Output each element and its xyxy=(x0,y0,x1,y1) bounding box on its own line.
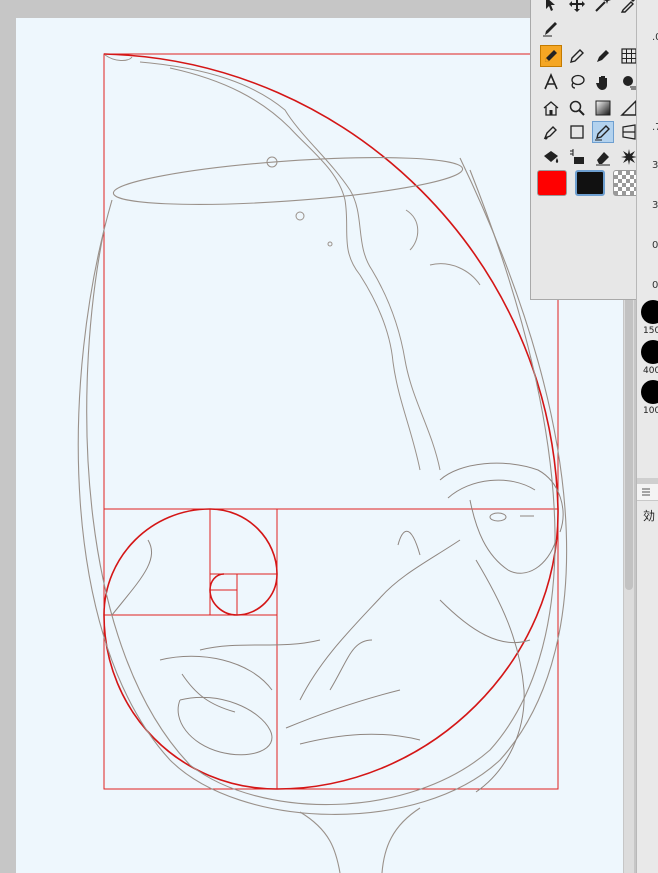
rectangle-icon[interactable] xyxy=(566,121,588,143)
property-value: 3 xyxy=(652,200,658,211)
menu-icon[interactable] xyxy=(641,487,651,497)
brush-size-preset[interactable]: 400 xyxy=(638,340,658,380)
sub-color-swatch[interactable] xyxy=(575,170,605,196)
property-value: 0 xyxy=(652,280,658,291)
brush-size-preset[interactable]: 1000 xyxy=(638,380,658,420)
pencil-icon[interactable] xyxy=(540,45,562,67)
wine-splash-sketch xyxy=(104,54,481,471)
pen-icon[interactable] xyxy=(566,45,588,67)
vector-pen-icon[interactable] xyxy=(540,121,562,143)
golden-spiral xyxy=(103,53,559,790)
brush-size-label: 150 xyxy=(643,326,658,336)
wine-glass-sketch xyxy=(77,157,568,873)
pen-icon[interactable] xyxy=(540,17,562,39)
hand-icon[interactable] xyxy=(592,71,614,93)
brush-size-label: 1000 xyxy=(643,406,658,416)
select-icon[interactable] xyxy=(540,0,562,15)
lasso-icon[interactable] xyxy=(566,71,588,93)
property-value: 0 xyxy=(652,240,658,251)
magic-wand-icon[interactable] xyxy=(592,0,614,15)
golden-ratio-guide xyxy=(103,53,559,790)
property-value: .0 xyxy=(652,32,658,43)
eraser-icon[interactable] xyxy=(592,146,614,168)
blend-icon[interactable] xyxy=(566,146,588,168)
zoom-icon[interactable] xyxy=(566,97,588,119)
move-icon[interactable] xyxy=(566,0,588,15)
main-color-swatch[interactable] xyxy=(537,170,567,196)
character-sketch xyxy=(111,462,564,793)
fill-icon[interactable] xyxy=(540,146,562,168)
property-value: .7 xyxy=(652,122,658,133)
brush-dot-icon xyxy=(641,300,658,324)
marker-icon[interactable] xyxy=(592,45,614,67)
text-icon[interactable] xyxy=(540,71,562,93)
tool-palette xyxy=(530,0,648,300)
tool-property-panel: .0 .7 3 3 0 0 150 400 1000 効 xyxy=(636,0,658,873)
brush-size-label: 400 xyxy=(643,366,658,376)
house-icon[interactable] xyxy=(540,97,562,119)
gradient-icon[interactable] xyxy=(592,97,614,119)
brush-size-preset[interactable]: 150 xyxy=(638,300,658,340)
property-value: 3 xyxy=(652,160,658,171)
brush-dot-icon xyxy=(641,380,658,404)
effect-panel-header[interactable] xyxy=(637,484,658,501)
pen-active-icon[interactable] xyxy=(592,121,614,143)
effect-panel-label: 効 xyxy=(643,509,656,523)
brush-dot-icon xyxy=(641,340,658,364)
